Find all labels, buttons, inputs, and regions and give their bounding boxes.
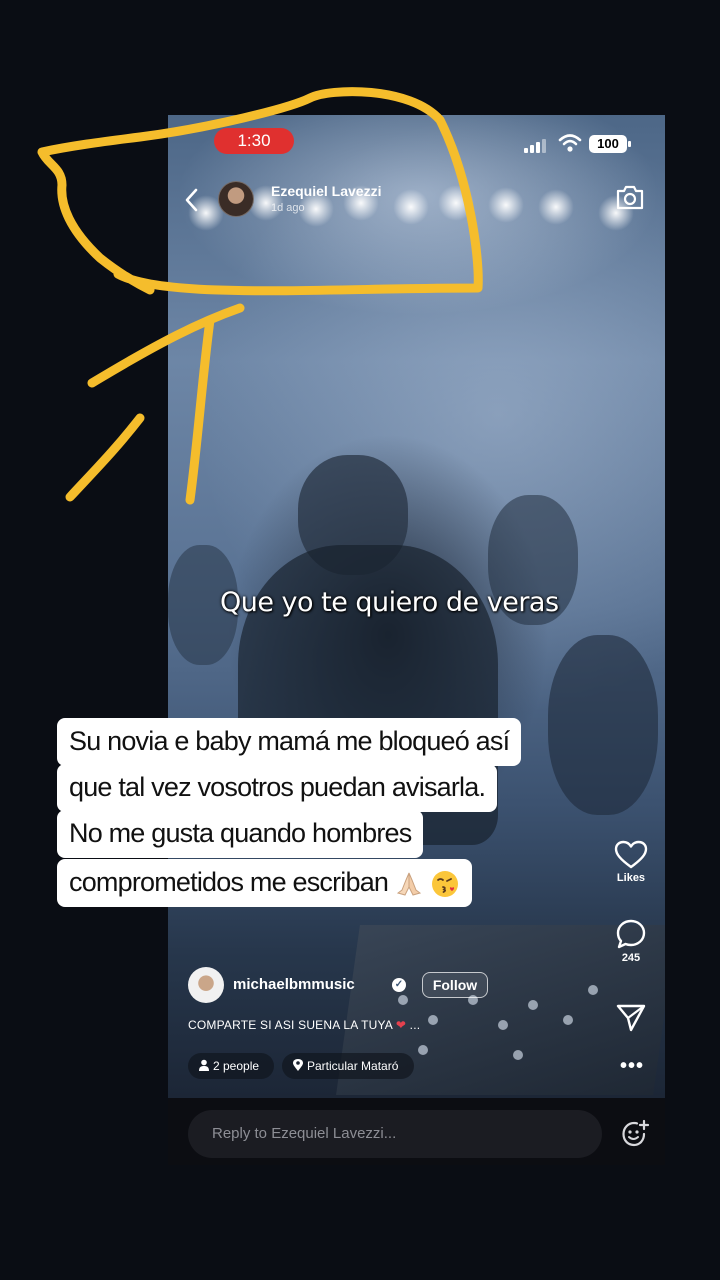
author-name[interactable]: Ezequiel Lavezzi — [271, 183, 381, 199]
location-chip-label: Particular Mataró — [307, 1059, 399, 1073]
description-text: COMPARTE SI ASI SUENA LA TUYA — [188, 1018, 393, 1032]
creator-row: michaelbmmusic ✓ Follow — [188, 967, 488, 1003]
story-screen: 1:30 100 Ezequiel Lavezzi 1d ago Que yo … — [168, 115, 665, 1165]
reply-input[interactable]: Reply to Ezequiel Lavezzi... — [188, 1110, 602, 1158]
author-avatar[interactable] — [218, 181, 254, 217]
overlay-line-4-text: comprometidos me escriban — [69, 867, 389, 897]
status-time: 1:30 — [214, 128, 294, 154]
status-bar: 1:30 100 — [168, 115, 665, 169]
follow-button[interactable]: Follow — [422, 972, 488, 998]
heart-icon — [614, 840, 648, 869]
creator-handle[interactable]: michaelbmmusic — [233, 976, 355, 993]
back-chevron-icon[interactable] — [182, 185, 204, 215]
overlay-line-2: que tal vez vosotros puedan avisarla. — [57, 764, 498, 812]
likes-label: Likes — [616, 872, 646, 884]
emoji-sticker-icon[interactable] — [620, 1119, 650, 1149]
description-more: ... — [409, 1018, 421, 1032]
story-header: Ezequiel Lavezzi 1d ago — [168, 175, 665, 225]
verified-icon: ✓ — [392, 978, 406, 992]
wifi-icon — [558, 134, 582, 152]
location-pin-icon — [293, 1059, 303, 1071]
person-icon — [199, 1059, 209, 1071]
signal-icon — [524, 139, 546, 153]
people-chip-label: 2 people — [213, 1059, 260, 1073]
people-chip[interactable]: 2 people — [188, 1053, 274, 1079]
praying-hands-icon — [396, 872, 421, 896]
share-button[interactable] — [605, 1003, 657, 1033]
battery-indicator: 100 — [589, 135, 631, 153]
video-caption: Que yo te quiero de veras — [220, 587, 559, 618]
comments-count: 245 — [621, 952, 641, 964]
overlay-line-1: Su novia e baby mamá me bloqueó así — [57, 718, 522, 766]
kissing-face-icon — [431, 870, 458, 897]
video-description[interactable]: COMPARTE SI ASI SUENA LA TUYA ❤ ... — [188, 1018, 420, 1032]
share-icon — [616, 1004, 646, 1032]
broken-heart-icon: ❤ — [395, 1018, 410, 1032]
comment-button[interactable]: 245 — [605, 918, 657, 964]
story-time-ago: 1d ago — [271, 202, 305, 214]
overlay-message: Su novia e baby mamá me bloqueó así que … — [57, 718, 522, 914]
overlay-line-4: comprometidos me escriban — [57, 859, 472, 907]
more-icon[interactable]: ••• — [620, 1055, 644, 1078]
camera-icon[interactable] — [614, 183, 646, 211]
like-button[interactable]: Likes — [605, 840, 657, 884]
comment-icon — [616, 919, 646, 949]
overlay-line-3: No me gusta quando hombres — [57, 810, 424, 858]
creator-avatar[interactable] — [188, 967, 224, 1003]
location-chip[interactable]: Particular Mataró — [282, 1053, 414, 1079]
